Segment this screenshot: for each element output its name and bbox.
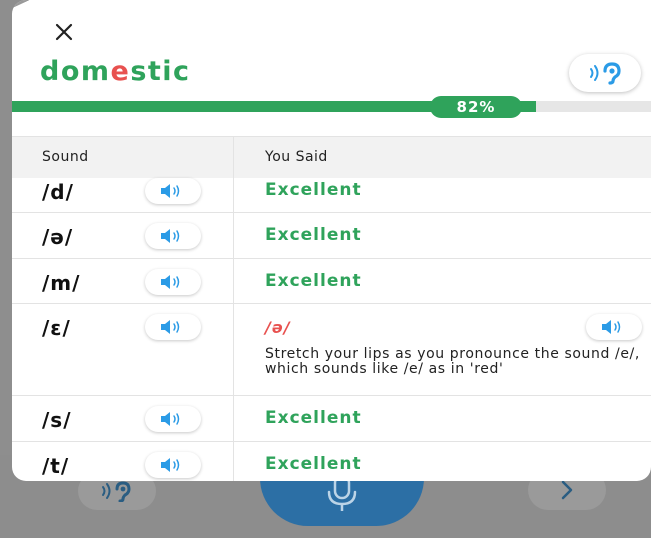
ear-speaker-icon	[102, 481, 131, 502]
speaker-icon	[161, 275, 180, 289]
pronunciation-tip: Stretch your lips as you pronounce the s…	[265, 346, 640, 377]
table-header: Sound You Said	[12, 136, 651, 178]
pronunciation-result-sheet: domestic 82% Sound You Said /d/ Excellen…	[12, 0, 651, 481]
listen-word-button[interactable]	[569, 54, 641, 92]
speaker-icon	[161, 320, 180, 334]
speaker-icon	[161, 229, 180, 243]
speaker-icon	[161, 458, 180, 472]
phoneme-label: /d/	[42, 180, 74, 204]
table-row: /ɛ/ /ə/ Stretch your lips as you pronoun…	[12, 304, 651, 396]
play-phoneme-button[interactable]	[145, 178, 201, 204]
result-text: Excellent	[265, 180, 362, 200]
play-phoneme-button[interactable]	[145, 269, 201, 295]
play-phoneme-button[interactable]	[145, 223, 201, 249]
phoneme-label: /ɛ/	[42, 316, 71, 340]
column-header-sound: Sound	[42, 149, 89, 165]
table-row: /ə/ Excellent	[12, 213, 651, 259]
column-header-you-said: You Said	[265, 149, 328, 165]
speaker-icon	[161, 412, 180, 426]
score-percent-badge: 82%	[430, 96, 522, 118]
result-text: Excellent	[265, 225, 362, 245]
play-your-sound-button[interactable]	[586, 314, 642, 340]
speaker-icon	[602, 320, 621, 334]
result-text-wrong-sound: /ə/	[265, 318, 291, 337]
close-icon	[55, 23, 73, 41]
table-row: /t/ Excellent	[12, 442, 651, 481]
sheet-corner-shadow	[12, 0, 34, 10]
table-row: /s/ Excellent	[12, 396, 651, 442]
result-text: Excellent	[265, 454, 362, 474]
close-button[interactable]	[52, 20, 76, 44]
phoneme-label: /t/	[42, 454, 70, 478]
play-phoneme-button[interactable]	[145, 452, 201, 478]
ear-speaker-icon	[590, 62, 621, 85]
score-progress-bar	[12, 101, 651, 112]
phoneme-label: /ə/	[42, 225, 74, 249]
microphone-icon	[327, 476, 357, 511]
word-part-highlighted: e	[110, 56, 131, 87]
table-row: /d/ Excellent	[12, 178, 651, 213]
phoneme-label: /m/	[42, 271, 81, 295]
practice-word: domestic	[40, 56, 191, 87]
table-row: /m/ Excellent	[12, 259, 651, 304]
phoneme-label: /s/	[42, 408, 72, 432]
speaker-icon	[161, 184, 180, 198]
play-phoneme-button[interactable]	[145, 314, 201, 340]
play-phoneme-button[interactable]	[145, 406, 201, 432]
word-part-1: dom	[40, 56, 111, 87]
word-part-3: stic	[130, 56, 191, 87]
result-text: Excellent	[265, 271, 362, 291]
result-text: Excellent	[265, 408, 362, 428]
chevron-right-icon	[561, 480, 573, 500]
